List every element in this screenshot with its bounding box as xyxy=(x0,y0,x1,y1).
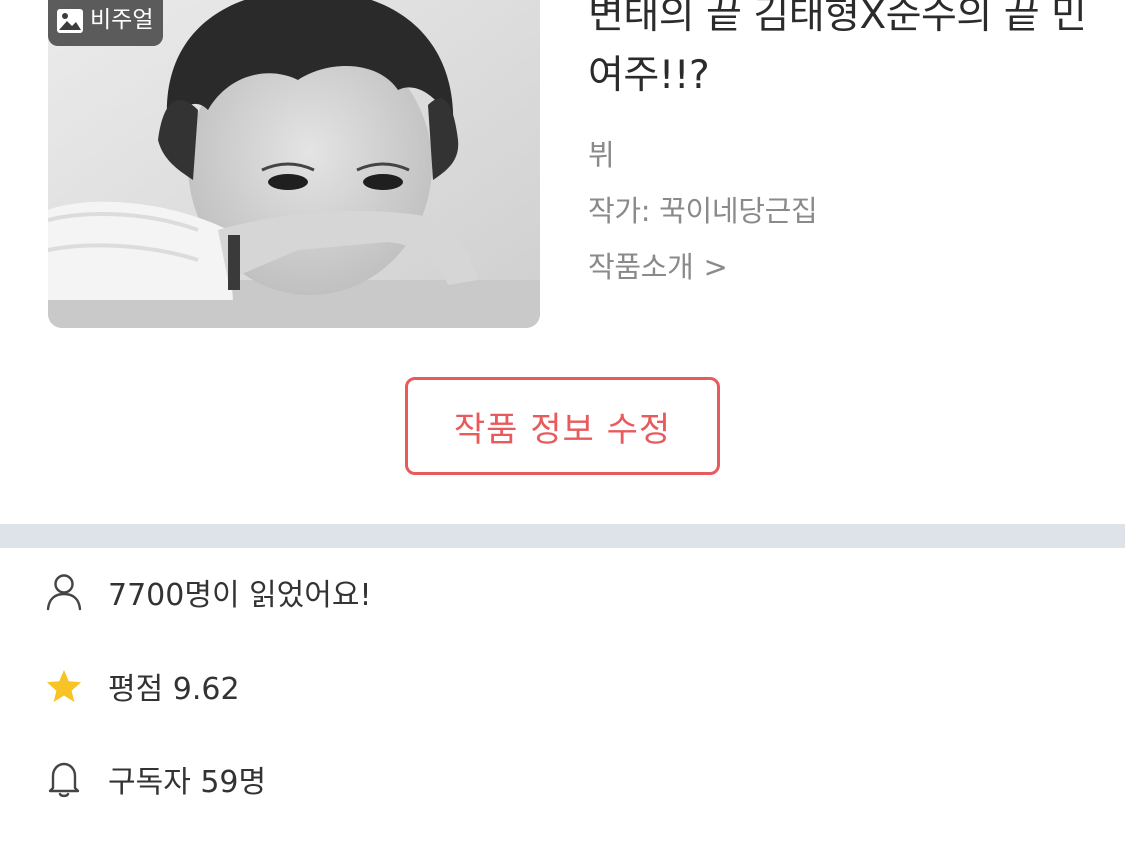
subscribers-text: 구독자 59명 xyxy=(108,765,267,800)
visual-badge-label: 비주얼 xyxy=(90,7,154,33)
work-author[interactable]: 작가: 꾹이네당근집 xyxy=(588,188,818,230)
person-icon xyxy=(46,572,82,612)
image-icon xyxy=(56,8,84,34)
work-title: 변태의 끝 김태형X순수의 끝 민여주!!? xyxy=(588,0,1087,98)
star-icon xyxy=(46,666,82,706)
views-text: 7700명이 읽었어요! xyxy=(108,578,372,613)
work-detail-page: 비주얼 변태의 끝 김태형X순수의 끝 민여주!!? 뷔 작가: 꾹이네당근집 … xyxy=(0,0,1125,843)
cover-image[interactable] xyxy=(48,0,540,328)
section-divider xyxy=(0,524,1125,548)
chevron-right-icon: > xyxy=(703,250,728,284)
stat-subscribers: 구독자 59명 xyxy=(46,757,266,801)
work-intro-link[interactable]: 작품소개 > xyxy=(588,244,728,286)
rating-text: 평점 9.62 xyxy=(108,672,240,707)
stat-rating: 평점 9.62 xyxy=(46,664,240,708)
visual-badge: 비주얼 xyxy=(48,0,164,46)
bell-icon xyxy=(46,759,82,799)
cover-photo xyxy=(48,0,540,328)
work-intro-label: 작품소개 xyxy=(588,250,694,284)
work-genre: 뷔 xyxy=(588,138,615,172)
edit-work-info-button[interactable]: 작품 정보 수정 xyxy=(405,377,720,475)
stat-views: 7700명이 읽었어요! xyxy=(46,570,372,614)
